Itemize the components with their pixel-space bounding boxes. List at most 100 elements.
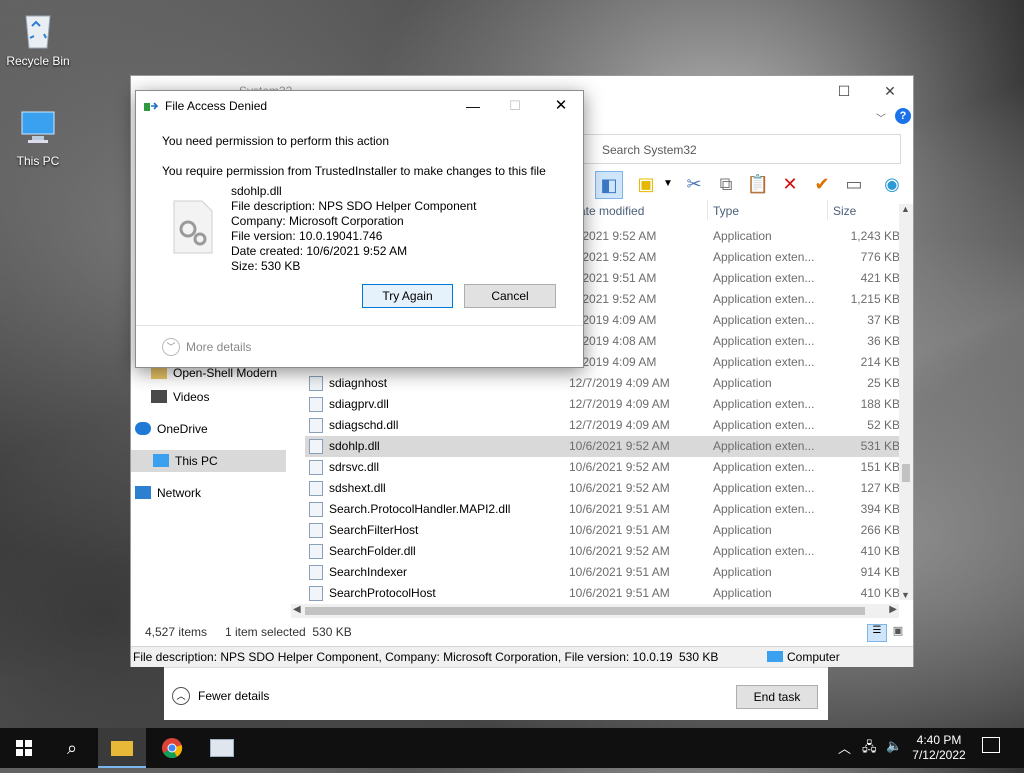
minimize-button[interactable]: — xyxy=(458,93,488,119)
nav-item-label: This PC xyxy=(175,454,218,468)
column-header-size[interactable]: Size xyxy=(833,204,856,218)
file-type: Application xyxy=(713,523,772,537)
file-icon xyxy=(309,544,323,559)
file-date-created: Date created: 10/6/2021 9:52 AM xyxy=(231,244,408,258)
chevron-up-icon[interactable]: ︿ xyxy=(838,738,851,757)
desktop-icon-recycle-bin[interactable]: Recycle Bin xyxy=(0,8,76,68)
close-button[interactable]: ✕ xyxy=(546,93,576,119)
maximize-button[interactable]: ☐ xyxy=(821,76,867,106)
details-view-icon[interactable]: ☰ xyxy=(867,624,887,642)
file-date: 10/6/2021 9:52 AM xyxy=(569,439,670,453)
file-type: Application exten... xyxy=(713,397,815,411)
file-row[interactable]: sdshext.dll 10/6/2021 9:52 AM Application … xyxy=(305,478,900,499)
more-details-link[interactable]: More details xyxy=(186,340,251,354)
scrollbar-thumb[interactable] xyxy=(902,464,910,482)
details-bar: File description: NPS SDO Helper Compone… xyxy=(131,646,913,667)
volume-icon[interactable]: 🔈 xyxy=(886,738,902,754)
file-row[interactable]: sdohlp.dll 10/6/2021 9:52 AM Application e… xyxy=(305,436,900,457)
scrollbar-thumb[interactable] xyxy=(305,607,865,615)
file-icon xyxy=(309,481,323,496)
try-again-button[interactable]: Try Again xyxy=(362,284,453,308)
preview-pane-icon[interactable]: ◧ xyxy=(595,171,623,199)
cloud-icon xyxy=(135,422,151,435)
fewer-details-link[interactable]: Fewer details xyxy=(198,689,269,703)
dropdown-arrow-icon[interactable]: ▼ xyxy=(655,171,681,197)
nav-item-network[interactable]: Network xyxy=(135,482,201,504)
file-description: File description: NPS SDO Helper Compone… xyxy=(231,199,477,213)
nav-item-label: Videos xyxy=(173,390,210,404)
file-type: Application xyxy=(713,376,772,390)
cancel-button[interactable]: Cancel xyxy=(464,284,556,308)
clock[interactable]: 4:40 PM 7/12/2022 xyxy=(912,733,966,763)
file-date: 10/6/2021 9:52 AM xyxy=(569,481,670,495)
file-row[interactable]: sdiagnhost 12/7/2019 4:09 AM Application 25… xyxy=(305,373,900,394)
chevron-up-icon[interactable]: ︿ xyxy=(172,687,190,705)
chrome-taskbar-button[interactable] xyxy=(148,728,196,768)
folder-icon xyxy=(111,741,133,756)
file-row[interactable]: Search.ProtocolHandler.MAPI2.dll 10/6/202… xyxy=(305,499,900,520)
task-manager-taskbar-button[interactable] xyxy=(198,728,246,768)
file-row[interactable]: SearchProtocolHost 10/6/2021 9:51 AM Appli… xyxy=(305,583,900,604)
file-type: Application xyxy=(713,565,772,579)
file-size: 776 KB xyxy=(860,250,900,264)
file-date: 10/6/2021 9:52 AM xyxy=(569,460,670,474)
column-header-date[interactable]: ate modified xyxy=(579,204,644,218)
nav-item-onedrive[interactable]: OneDrive xyxy=(135,418,208,440)
task-manager-footer: ︿ Fewer details End task xyxy=(164,667,828,720)
file-date: 12/7/2019 4:09 AM xyxy=(569,418,670,432)
dialog-message: You require permission from TrustedInsta… xyxy=(162,164,546,178)
chevron-down-icon[interactable]: ﹀ xyxy=(876,110,886,125)
paste-icon[interactable]: 📋 xyxy=(745,171,771,197)
scroll-right-arrow-icon[interactable]: ▶ xyxy=(889,604,897,615)
vertical-scrollbar[interactable]: ▲ ▼ xyxy=(899,204,913,600)
horizontal-scrollbar[interactable]: ◀ ▶ xyxy=(291,604,899,618)
file-row[interactable]: sdiagschd.dll 12/7/2019 4:09 AM Applicatio… xyxy=(305,415,900,436)
file-name: SearchFilterHost xyxy=(329,523,419,537)
ribbon-toolbar: ◧ ▣ ▼ ✂ ⧉ 📋 ✕ ✔ ▭ ◉ xyxy=(579,171,913,199)
file-type: Application exten... xyxy=(713,460,815,474)
help-icon[interactable]: ? xyxy=(895,108,911,124)
delete-icon[interactable]: ✕ xyxy=(777,171,803,197)
file-size: Size: 530 KB xyxy=(231,259,301,273)
network-icon[interactable]: 🖧 xyxy=(862,738,877,760)
nav-item-this-pc[interactable]: This PC xyxy=(131,450,286,472)
close-button[interactable]: ✕ xyxy=(867,76,913,106)
start-button[interactable] xyxy=(0,728,48,768)
nav-item-videos[interactable]: Videos xyxy=(151,386,209,408)
scroll-down-arrow-icon[interactable]: ▼ xyxy=(901,590,910,600)
notification-center-icon[interactable] xyxy=(982,737,1000,753)
column-header-type[interactable]: Type xyxy=(713,204,739,218)
file-row[interactable]: SearchFilterHost 10/6/2021 9:51 AM Applica… xyxy=(305,520,900,541)
cut-icon[interactable]: ✂ xyxy=(681,171,707,197)
search-icon[interactable]: ⌕ xyxy=(48,728,96,768)
file-row[interactable]: SearchFolder.dll 10/6/2021 9:52 AM Applica… xyxy=(305,541,900,562)
file-name: sdohlp.dll xyxy=(329,439,380,453)
file-row[interactable]: sdiagprv.dll 12/7/2019 4:09 AM Application… xyxy=(305,394,900,415)
details-bar-size: 530 KB xyxy=(679,650,719,664)
chevron-down-icon[interactable]: ﹀ xyxy=(162,338,180,356)
file-size: 36 KB xyxy=(867,334,900,348)
file-row[interactable]: SearchIndexer 10/6/2021 9:51 AM Applicatio… xyxy=(305,562,900,583)
large-icons-view-icon[interactable]: ▣ xyxy=(889,624,907,640)
file-row[interactable]: sdrsvc.dll 10/6/2021 9:52 AM Application e… xyxy=(305,457,900,478)
rename-icon[interactable]: ▭ xyxy=(841,171,867,197)
file-name: sdrsvc.dll xyxy=(329,460,380,474)
desktop-icon-this-pc[interactable]: This PC xyxy=(0,108,76,168)
column-divider[interactable] xyxy=(827,200,828,220)
checkmark-icon[interactable]: ✔ xyxy=(809,171,835,197)
file-size: 25 KB xyxy=(867,376,900,390)
file-date: 10/6/2021 9:52 AM xyxy=(569,544,670,558)
file-explorer-taskbar-button[interactable] xyxy=(98,728,146,768)
search-input[interactable]: Search System32 xyxy=(579,134,901,164)
file-size: 37 KB xyxy=(867,313,900,327)
maximize-button[interactable]: ☐ xyxy=(500,93,530,119)
end-task-button[interactable]: End task xyxy=(736,685,818,709)
shell-icon[interactable]: ◉ xyxy=(879,171,905,197)
search-placeholder: Search System32 xyxy=(602,143,697,157)
scroll-up-arrow-icon[interactable]: ▲ xyxy=(901,204,910,214)
recycle-bin-icon xyxy=(18,8,58,49)
scroll-left-arrow-icon[interactable]: ◀ xyxy=(293,604,301,615)
copy-icon[interactable]: ⧉ xyxy=(713,171,739,197)
file-icon xyxy=(309,460,323,475)
column-divider[interactable] xyxy=(707,200,708,220)
